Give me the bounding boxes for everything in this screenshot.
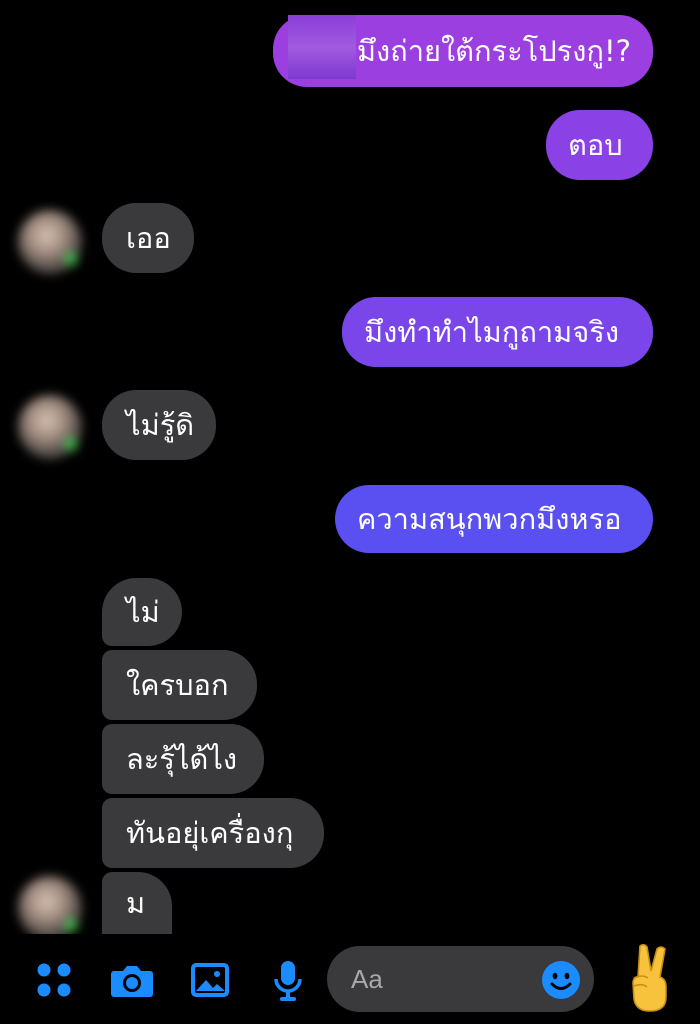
incoming-message[interactable]: ไม่รู้ดิ bbox=[102, 390, 216, 460]
microphone-icon[interactable] bbox=[266, 958, 310, 1002]
camera-icon[interactable] bbox=[110, 958, 154, 1002]
message-text: ตอบ bbox=[568, 127, 623, 162]
incoming-message[interactable]: ละรุ้ได้ไง bbox=[102, 724, 264, 794]
message-text: ละรุ้ได้ไง bbox=[126, 741, 238, 776]
peace-hand-icon[interactable] bbox=[622, 942, 678, 1012]
incoming-message[interactable]: ทันอยุ่เครื่องกุ bbox=[102, 798, 324, 868]
outgoing-message[interactable]: ตอบ bbox=[546, 110, 653, 180]
message-text: ใครบอก bbox=[126, 667, 229, 702]
message-text: ม bbox=[126, 885, 146, 920]
message-text: ทันอยุ่เครื่องกุ bbox=[126, 815, 294, 850]
incoming-message[interactable]: ไม่ bbox=[102, 578, 182, 646]
incoming-message[interactable]: ม bbox=[102, 872, 172, 934]
contact-avatar[interactable] bbox=[18, 395, 82, 459]
message-text: ไม่ bbox=[126, 594, 160, 629]
contact-avatar[interactable] bbox=[18, 876, 82, 940]
outgoing-message[interactable]: ความสนุกพวกมึงหรอ bbox=[335, 485, 653, 553]
message-text: ความสนุกพวกมึงหรอ bbox=[357, 501, 622, 536]
incoming-message[interactable]: เออ bbox=[102, 203, 194, 273]
message-text: เออ bbox=[126, 220, 171, 255]
incoming-message[interactable]: ใครบอก bbox=[102, 650, 257, 720]
message-text: มึงทำทำไมกูถามจริง bbox=[364, 314, 620, 349]
message-input[interactable]: Aa bbox=[327, 946, 594, 1012]
apps-icon[interactable] bbox=[32, 958, 76, 1002]
photo-icon[interactable] bbox=[188, 958, 232, 1002]
outgoing-message[interactable]: มึงทำทำไมกูถามจริง bbox=[342, 297, 653, 367]
message-text: ไม่รู้ดิ bbox=[126, 407, 195, 442]
contact-avatar[interactable] bbox=[18, 210, 82, 274]
message-text: มึงถ่ายใต้กระโปรงกู!? bbox=[356, 33, 631, 68]
emoji-icon[interactable] bbox=[541, 960, 581, 1000]
message-input-placeholder: Aa bbox=[351, 964, 383, 994]
redacted-area bbox=[288, 15, 356, 79]
